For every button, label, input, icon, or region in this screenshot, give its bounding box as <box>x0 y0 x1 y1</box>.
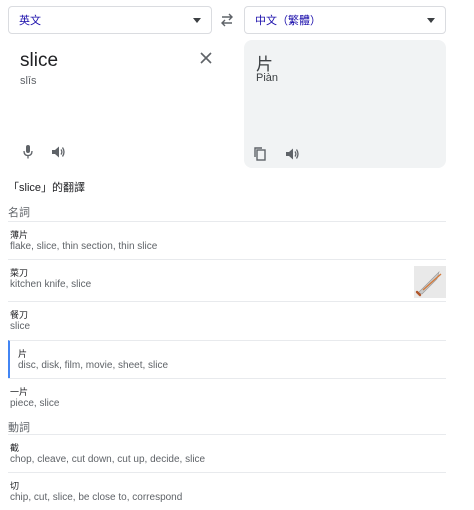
dictionary-entry[interactable]: 薄片 flake, slice, thin section, thin slic… <box>8 221 446 259</box>
source-text-panel[interactable]: slice slīs <box>8 40 228 168</box>
dictionary-entry[interactable]: 切 chip, cut, slice, be close to, corresp… <box>8 472 446 510</box>
part-of-speech-verb: 動詞 <box>8 422 30 434</box>
swap-languages-button[interactable] <box>219 12 235 28</box>
chevron-down-icon <box>193 17 201 23</box>
entry-word: 截 <box>10 443 20 453</box>
source-language-label: 英文 <box>19 15 41 27</box>
dictionary-entry[interactable]: 菜刀 kitchen knife, slice <box>8 259 446 301</box>
entry-synonyms: slice <box>10 321 31 332</box>
entry-word: 切 <box>10 481 20 491</box>
translation-romanization: Piàn <box>256 72 279 84</box>
entry-synonyms: kitchen knife, slice <box>10 279 92 290</box>
entry-word: 片 <box>18 349 28 359</box>
entry-word: 菜刀 <box>10 268 29 278</box>
copy-translation-button[interactable] <box>252 146 268 162</box>
entry-synonyms: flake, slice, thin section, thin slice <box>10 241 158 252</box>
chevron-down-icon <box>427 17 435 23</box>
speaker-icon <box>286 148 299 160</box>
entry-word: 一片 <box>10 387 29 397</box>
source-language-select[interactable]: 英文 <box>8 6 212 34</box>
dictionary-entry-selected[interactable]: 片 disc, disk, film, movie, sheet, slice <box>8 340 446 378</box>
listen-translation-button[interactable] <box>284 146 300 162</box>
entry-word: 薄片 <box>10 230 29 240</box>
source-text[interactable]: slice <box>20 50 58 72</box>
dictionary-entry[interactable]: 一片 piece, slice <box>8 378 446 416</box>
copy-icon <box>254 147 266 161</box>
swap-arrows-icon <box>221 13 233 27</box>
part-of-speech-noun: 名詞 <box>8 207 30 219</box>
target-language-label: 中文（繁體） <box>255 15 321 27</box>
dictionary-entry[interactable]: 餐刀 slice <box>8 301 446 339</box>
clear-text-button[interactable] <box>198 50 214 66</box>
entry-synonyms: disc, disk, film, movie, sheet, slice <box>18 360 169 371</box>
entry-synonyms: piece, slice <box>10 398 60 409</box>
voice-input-button[interactable] <box>20 144 36 160</box>
microphone-icon <box>23 145 33 159</box>
knife-icon <box>415 270 442 297</box>
listen-source-button[interactable] <box>50 144 66 160</box>
entry-synonyms: chip, cut, slice, be close to, correspon… <box>10 492 183 503</box>
entry-word: 餐刀 <box>10 310 29 320</box>
close-icon <box>200 52 212 64</box>
target-language-select[interactable]: 中文（繁體） <box>244 6 446 34</box>
kitchen-knife-image <box>414 266 446 298</box>
dictionary-title: 「slice」的翻譯 <box>8 182 86 194</box>
speaker-icon <box>52 146 65 158</box>
entry-synonyms: chop, cleave, cut down, cut up, decide, … <box>10 454 206 465</box>
translation-panel: 片 Piàn <box>244 40 446 168</box>
dictionary-entry[interactable]: 截 chop, cleave, cut down, cut up, decide… <box>8 434 446 472</box>
source-romanization: slīs <box>20 75 37 87</box>
